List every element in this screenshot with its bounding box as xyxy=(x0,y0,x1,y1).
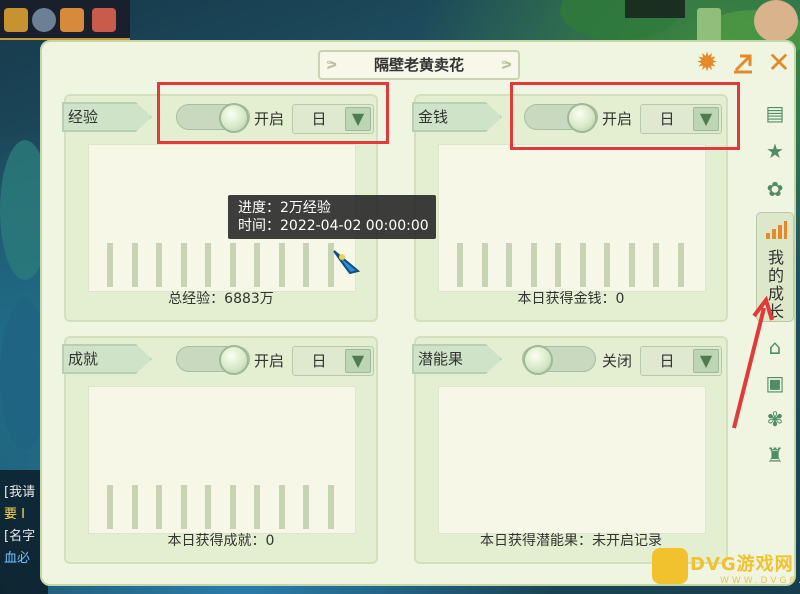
bars xyxy=(89,387,355,533)
panel-title: ᕗ 隔壁老黄卖花 ᕗ xyxy=(318,50,520,80)
chart-bar xyxy=(180,485,187,529)
period-select[interactable]: 日 ▼ xyxy=(640,346,722,376)
chart-bar xyxy=(107,243,113,287)
game-top-right-hud xyxy=(625,0,800,42)
chart-bar xyxy=(229,485,236,529)
chart-bar xyxy=(579,243,586,287)
game-top-hud xyxy=(0,0,130,40)
chevron-down-icon[interactable]: ▼ xyxy=(345,349,371,373)
highlight-box xyxy=(510,82,740,150)
chart-bar xyxy=(303,243,309,287)
period-value: 日 xyxy=(659,352,675,370)
chart-bar xyxy=(604,243,610,287)
card-tag: 潜能果 xyxy=(412,344,502,374)
chart-bar xyxy=(653,243,659,287)
chart-bar xyxy=(303,485,309,529)
toggle-switch[interactable] xyxy=(176,345,250,375)
chart-bar xyxy=(481,243,488,287)
chart-bar xyxy=(180,243,187,287)
period-select[interactable]: 日 ▼ xyxy=(292,346,374,376)
bars xyxy=(439,145,705,291)
chart-bar xyxy=(254,243,260,287)
gear-icon[interactable]: ✹ xyxy=(694,50,720,76)
chart-bar xyxy=(156,485,162,529)
card-caption: 本日获得金钱：0 xyxy=(517,291,625,307)
calendar-icon[interactable] xyxy=(92,8,116,32)
period-value: 日 xyxy=(311,352,327,370)
chart-bar xyxy=(107,485,113,529)
chart-bar xyxy=(530,243,537,287)
chart-bar xyxy=(254,485,260,529)
star-icon[interactable]: ★ xyxy=(760,136,790,166)
chat-icon[interactable]: ▤ xyxy=(760,98,790,128)
logo-icon xyxy=(652,548,688,584)
card-caption: 本日获得成就：0 xyxy=(167,533,275,549)
bars xyxy=(439,387,705,533)
card-tag: 金钱 xyxy=(412,102,502,132)
chart-bar xyxy=(677,243,684,287)
chevron-down-icon[interactable]: ▼ xyxy=(693,349,719,373)
card-caption: 总经验：6883万 xyxy=(168,291,274,307)
chart-bar xyxy=(555,243,561,287)
growth-icon xyxy=(764,219,788,245)
tooltip: 进度：2万经验 时间：2022-04-02 00:00:00 xyxy=(228,195,436,239)
toggle-switch[interactable] xyxy=(522,345,596,375)
paw-icon[interactable]: ✿ xyxy=(760,174,790,204)
gold-icon[interactable] xyxy=(4,8,28,32)
shirt-icon[interactable]: ♜ xyxy=(760,440,790,470)
chart-bar xyxy=(278,485,285,529)
close-icon[interactable]: ✕ xyxy=(766,49,792,77)
shop-icon[interactable] xyxy=(60,8,84,32)
highlight-box xyxy=(157,82,389,144)
chart-bar xyxy=(229,243,236,287)
chart-area xyxy=(438,144,706,292)
chart-bar xyxy=(457,243,463,287)
card-tag: 经验 xyxy=(62,102,152,132)
chart-bar xyxy=(156,243,162,287)
toggle-label: 开启 xyxy=(254,352,285,370)
chart-bar xyxy=(628,243,635,287)
popout-icon[interactable] xyxy=(730,50,756,76)
chart-area xyxy=(438,386,706,534)
avatar[interactable] xyxy=(754,0,798,42)
chart-bar xyxy=(131,485,138,529)
card-potential-fruit: 潜能果 关闭 日 ▼ 本日获得潜能果：未开启记录 xyxy=(412,336,728,564)
chart-bar xyxy=(205,243,211,287)
chart-bar xyxy=(278,243,285,287)
chart-bar xyxy=(205,485,211,529)
compass-icon[interactable] xyxy=(32,8,56,32)
card-achievement: 成就 开启 日 ▼ 本日获得成就：0 xyxy=(62,336,378,564)
cursor-icon xyxy=(330,245,364,279)
chart-area xyxy=(88,386,356,534)
red-arrow xyxy=(732,296,774,429)
chart-bar xyxy=(327,485,334,529)
chart-bar xyxy=(506,243,512,287)
watermark-subtext: WWW.DVG6.COM xyxy=(720,576,800,586)
toggle-label: 关闭 xyxy=(602,352,633,370)
watermark: DVG游戏网 WWW.DVG6.COM xyxy=(650,546,800,590)
tooltip-line: 进度：2万经验 xyxy=(238,200,331,216)
chart-bar xyxy=(131,243,138,287)
card-tag: 成就 xyxy=(62,344,152,374)
watermark-text: DVG游戏网 xyxy=(690,554,794,575)
tooltip-line: 时间：2022-04-02 00:00:00 xyxy=(238,218,429,234)
